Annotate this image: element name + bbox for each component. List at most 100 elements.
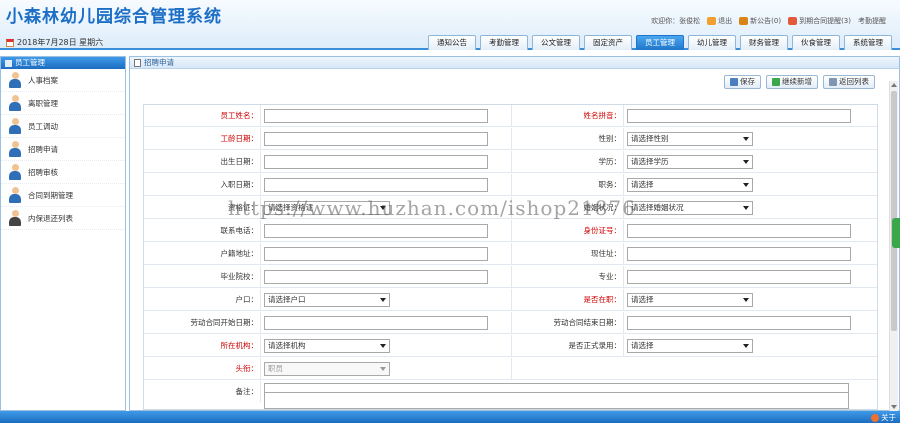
select-field[interactable]: 请选择性别 xyxy=(627,132,753,146)
form-row: 联系电话： 身份证号： xyxy=(144,220,877,242)
top-links: 欢迎你：张俊松 退出 新公告(0) 到期合同提醒(3) 考勤提醒 xyxy=(651,16,886,26)
select-field: 职员 xyxy=(264,362,390,376)
tab-5[interactable]: 幼儿管理 xyxy=(688,35,736,50)
remark-textarea-2[interactable] xyxy=(264,392,849,409)
field-cell xyxy=(261,151,512,172)
person-icon xyxy=(9,72,21,88)
text-input[interactable] xyxy=(627,109,851,123)
dropdown-arrow-icon xyxy=(743,206,749,210)
tab-6[interactable]: 财务管理 xyxy=(740,35,788,50)
field-cell: 请选择 xyxy=(624,174,877,195)
select-field[interactable]: 请选择户口 xyxy=(264,293,390,307)
field-cell: 请选择婚姻状况 xyxy=(624,197,877,218)
select-value: 请选择 xyxy=(631,295,654,304)
person-icon xyxy=(9,118,21,134)
scroll-thumb[interactable] xyxy=(891,91,897,331)
select-value: 职员 xyxy=(268,364,283,373)
recruitment-form: 员工姓名： 姓名拼音： 工龄日期： 性别： 请选择性别 出生日期： 学历： 请选择学历 入职日期… xyxy=(143,104,878,410)
select-field[interactable]: 请选择 xyxy=(627,178,753,192)
logout-icon xyxy=(707,17,717,25)
select-field[interactable]: 请选择 xyxy=(627,293,753,307)
text-input[interactable] xyxy=(264,155,488,169)
text-input[interactable] xyxy=(627,224,851,238)
sidebar-item-label: 人事档案 xyxy=(28,75,58,85)
select-field[interactable]: 请选择 xyxy=(627,339,753,353)
breadcrumb: 招聘申请 xyxy=(130,57,899,69)
sidebar-item-1[interactable]: 离职管理 xyxy=(1,92,125,115)
field-label: 户口： xyxy=(144,289,261,310)
floating-side-tab[interactable] xyxy=(892,218,900,248)
tab-4[interactable]: 员工管理 xyxy=(636,35,684,50)
field-label: 身份证号： xyxy=(512,220,624,241)
back-to-list-button[interactable]: 返回列表 xyxy=(823,75,875,89)
field-label: 劳动合同结束日期： xyxy=(512,312,624,333)
select-field[interactable]: 请选择资格证 xyxy=(264,201,390,215)
field-cell xyxy=(261,128,512,149)
contract-reminder-link[interactable]: 到期合同提醒(3) xyxy=(788,16,851,26)
sidebar-item-2[interactable]: 员工调动 xyxy=(1,115,125,138)
add-icon xyxy=(772,78,780,86)
field-cell xyxy=(261,266,512,287)
text-input[interactable] xyxy=(264,224,488,238)
dropdown-arrow-icon xyxy=(743,137,749,141)
field-label: 联系电话： xyxy=(144,220,261,241)
tab-1[interactable]: 考勤管理 xyxy=(480,35,528,50)
text-input[interactable] xyxy=(627,270,851,284)
tab-2[interactable]: 公文管理 xyxy=(532,35,580,50)
field-cell: 请选择户口 xyxy=(261,289,512,310)
select-field[interactable]: 请选择学历 xyxy=(627,155,753,169)
field-label: 是否在职： xyxy=(512,289,624,310)
welcome-user: 欢迎你：张俊松 xyxy=(651,17,701,25)
field-label: 所在机构： xyxy=(144,335,261,356)
scroll-down-icon[interactable] xyxy=(891,405,897,409)
text-input[interactable] xyxy=(627,316,851,330)
dropdown-arrow-icon xyxy=(380,367,386,371)
dropdown-arrow-icon xyxy=(380,206,386,210)
field-label: 姓名拼音： xyxy=(512,105,624,126)
logout-link[interactable]: 退出 xyxy=(707,16,732,26)
sidebar-header: 员工管理 xyxy=(1,57,125,69)
new-notice-link[interactable]: 新公告(0) xyxy=(739,16,781,26)
sidebar-item-0[interactable]: 人事档案 xyxy=(1,69,125,92)
remark-label: 备注： xyxy=(144,381,261,402)
save-button[interactable]: 保存 xyxy=(724,75,761,89)
sidebar-item-4[interactable]: 招聘审核 xyxy=(1,161,125,184)
footer: 关于 xyxy=(0,411,900,423)
tab-7[interactable]: 伙食管理 xyxy=(792,35,840,50)
field-label: 户籍地址： xyxy=(144,243,261,264)
field-cell xyxy=(624,243,877,264)
field-cell xyxy=(624,312,877,333)
select-field[interactable]: 请选择机构 xyxy=(264,339,390,353)
text-input[interactable] xyxy=(627,247,851,261)
text-input[interactable] xyxy=(264,247,488,261)
about-link[interactable]: 关于 xyxy=(871,412,896,423)
text-input[interactable] xyxy=(264,109,488,123)
select-field[interactable]: 请选择婚姻状况 xyxy=(627,201,753,215)
field-cell: 请选择性别 xyxy=(624,128,877,149)
field-cell xyxy=(624,220,877,241)
text-input[interactable] xyxy=(264,270,488,284)
attendance-reminder-link[interactable]: 考勤提醒 xyxy=(858,16,886,26)
tab-0[interactable]: 通知公告 xyxy=(428,35,476,50)
text-input[interactable] xyxy=(264,316,488,330)
sidebar: 员工管理 人事档案离职管理 员工调动 招聘申请 招聘审核合同到期管理内保退还列表 xyxy=(0,56,126,411)
tab-3[interactable]: 固定资产 xyxy=(584,35,632,50)
text-input[interactable] xyxy=(264,178,488,192)
text-input[interactable] xyxy=(264,132,488,146)
sidebar-item-6[interactable]: 内保退还列表 xyxy=(1,207,125,230)
person-icon xyxy=(9,210,21,226)
calendar-icon xyxy=(6,38,14,47)
continue-add-button[interactable]: 继续新增 xyxy=(766,75,818,89)
form-row: 户口： 请选择户口 是否在职： 请选择 xyxy=(144,289,877,311)
tab-8[interactable]: 系统管理 xyxy=(844,35,892,50)
field-cell: 请选择资格证 xyxy=(261,197,512,218)
field-cell xyxy=(261,312,512,333)
field-cell xyxy=(261,243,512,264)
sidebar-item-3[interactable]: 招聘申请 xyxy=(1,138,125,161)
sidebar-item-label: 合同到期管理 xyxy=(28,190,73,200)
dropdown-arrow-icon xyxy=(380,344,386,348)
select-value: 请选择资格证 xyxy=(268,203,313,212)
scroll-up-icon[interactable] xyxy=(891,83,897,87)
notice-icon xyxy=(739,17,749,25)
sidebar-item-5[interactable]: 合同到期管理 xyxy=(1,184,125,207)
